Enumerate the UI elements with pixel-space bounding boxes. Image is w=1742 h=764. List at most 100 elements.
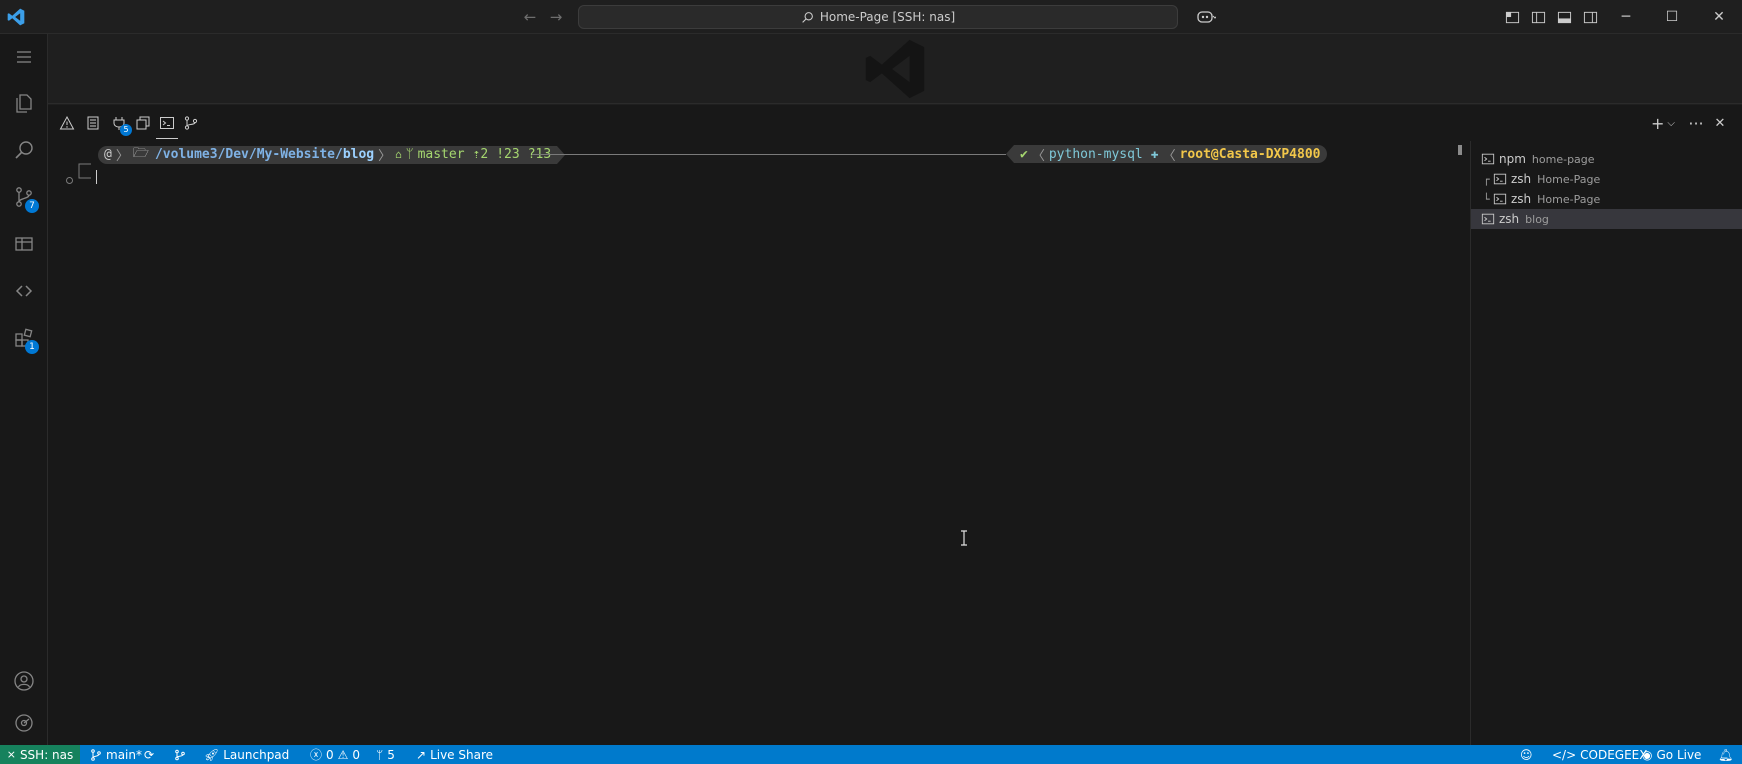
live-share-icon[interactable] <box>0 268 48 314</box>
tree-connector: └ <box>1483 192 1490 206</box>
errors-count: 0 <box>326 747 334 762</box>
remote-icon: ⨯ <box>6 748 16 761</box>
branch-label: main* <box>106 747 142 762</box>
warning-icon: ⚠ <box>337 747 349 762</box>
terminal-tab-zsh-1[interactable]: ┌ zsh Home-Page <box>1471 169 1742 189</box>
codegeex-icon: </> <box>1552 747 1577 762</box>
ellipsis-icon: ··· <box>1688 113 1704 133</box>
terminal-tab-desc: Home-Page <box>1537 172 1601 186</box>
launchpad-button[interactable]: 🚀︎ Launchpad <box>204 745 289 764</box>
codegeex-label: CODEGEEX <box>1580 747 1648 762</box>
remote-explorer-icon[interactable] <box>0 221 48 267</box>
mouse-ibeam-cursor-icon <box>961 530 967 546</box>
prompt-left: @ 〉 🗁 /volume3/Dev/My-Website/ blog 〉 ⌂ … <box>98 145 566 164</box>
source-control-icon[interactable]: 7 <box>0 174 48 220</box>
terminal-tab-desc: Home-Page <box>1537 192 1601 206</box>
prompt-right: ✔ 〈 python-mysql ✚ 〈 root@Casta-DXP4800 <box>1006 145 1327 164</box>
gitlens-icon <box>184 116 198 130</box>
warnings-count: 0 <box>352 747 361 762</box>
copilot-icon[interactable] <box>1192 7 1220 27</box>
extensions-icon[interactable]: 1 <box>0 315 48 361</box>
status-bar: ⨯ SSH: nas main* ⟳ 🚀︎ Launchpad ⓧ 0 ⚠ 0 … <box>0 745 1742 764</box>
copilot-status[interactable]: ☺ <box>1520 745 1533 764</box>
venv-name: python-mysql <box>1048 146 1143 162</box>
customize-layout-icon[interactable] <box>1502 7 1522 27</box>
branch-icon <box>91 748 101 761</box>
terminal-view[interactable]: @ 〉 🗁 /volume3/Dev/My-Website/ blog 〉 ⌂ … <box>60 145 1458 745</box>
git-ahead: ⇡2 <box>472 147 489 162</box>
manage-gear-icon[interactable] <box>0 700 48 746</box>
separator-icon: 〉 <box>115 149 129 164</box>
menu-icon[interactable] <box>0 34 48 80</box>
close-window-button[interactable]: ✕ <box>1696 0 1742 34</box>
minimize-button[interactable]: ─ <box>1603 0 1649 34</box>
toggle-secondary-sidebar-icon[interactable] <box>1580 7 1600 27</box>
tab-problems[interactable] <box>56 111 78 135</box>
more-actions-button[interactable]: ··· <box>1686 113 1706 133</box>
command-center-label: Home-Page [SSH: nas] <box>819 10 956 24</box>
terminal-tab-npm[interactable]: npm home-page <box>1471 149 1742 169</box>
bell-icon: 🔔︎ <box>1718 747 1734 762</box>
folder-icon: 🗁 <box>132 145 149 161</box>
new-terminal-button[interactable]: + ⌵ <box>1646 113 1680 133</box>
terminal-tab-desc: blog <box>1525 212 1549 226</box>
toggle-primary-sidebar-icon[interactable] <box>1528 7 1548 27</box>
antenna-icon: ᛘ <box>376 747 384 762</box>
prompt-frame <box>78 163 91 179</box>
search-view-icon[interactable] <box>0 127 48 173</box>
editor-area[interactable] <box>48 34 1742 104</box>
tab-debug-console[interactable] <box>132 111 154 135</box>
terminal-icon <box>1493 173 1507 185</box>
tab-terminal[interactable] <box>156 111 178 139</box>
vscode-window: ← → Home-Page [SSH: nas] ─ ☐ ✕ 7 1 5 + ⌵… <box>0 0 1742 764</box>
notifications-button[interactable]: 🔔︎ <box>1718 745 1733 764</box>
tab-gitlens[interactable] <box>180 111 202 135</box>
branch-status[interactable]: main* <box>90 745 142 764</box>
sync-button[interactable]: ⟳ <box>144 745 154 764</box>
panel-tab-bar: 5 + ⌵ ··· ✕ <box>48 105 1742 141</box>
terminal-tab-name: zsh <box>1511 192 1532 206</box>
plus-icon: + <box>1651 113 1665 133</box>
terminal-tab-zsh-2[interactable]: └ zsh Home-Page <box>1471 189 1742 209</box>
go-forward-icon[interactable]: → <box>546 7 566 27</box>
path-prefix: /volume3/Dev/My-Website/ <box>154 147 343 162</box>
bottom-panel: 5 + ⌵ ··· ✕ @ 〉 🗁 /volume3/Dev/My-Websit… <box>48 105 1742 745</box>
terminal-cursor <box>96 170 97 184</box>
live-share-button[interactable]: ↗ Live Share <box>416 745 493 764</box>
chevron-down-icon: ⌵ <box>1667 117 1675 129</box>
close-panel-button[interactable]: ✕ <box>1710 113 1730 133</box>
vscode-logo-icon[interactable] <box>6 7 26 27</box>
command-center-search[interactable]: Home-Page [SSH: nas] <box>578 5 1178 29</box>
prompt-os-segment: @ 〉 🗁 /volume3/Dev/My-Website/ blog 〉 ⌂ … <box>98 145 558 164</box>
terminal-icon <box>160 117 174 129</box>
python-icon: ✚ <box>1150 146 1159 162</box>
git-icon: ⌂ <box>395 148 402 161</box>
terminal-icon <box>1481 153 1495 165</box>
go-back-icon[interactable]: ← <box>520 7 540 27</box>
gitlens-status[interactable] <box>174 745 186 764</box>
terminal-scrollbar[interactable] <box>1458 145 1462 155</box>
accounts-icon[interactable] <box>0 658 48 704</box>
codegeex-button[interactable]: </> CODEGEEX <box>1552 745 1648 764</box>
go-live-label: Go Live <box>1656 747 1702 762</box>
ports-status[interactable]: ᛘ 5 <box>376 745 395 764</box>
remote-indicator[interactable]: ⨯ SSH: nas <box>0 745 80 764</box>
tab-ports[interactable]: 5 <box>108 111 132 136</box>
toggle-panel-icon[interactable] <box>1554 7 1574 27</box>
warning-icon <box>59 115 75 130</box>
maximize-button[interactable]: ☐ <box>1649 0 1695 34</box>
terminal-tab-name: zsh <box>1511 172 1532 186</box>
gitlens-icon <box>175 749 185 760</box>
go-live-button[interactable]: ◉ Go Live <box>1642 745 1701 764</box>
close-icon: ✕ <box>1714 115 1726 131</box>
problems-status[interactable]: ⓧ 0 ⚠ 0 <box>310 745 360 764</box>
terminal-tab-zsh-blog[interactable]: zsh blog <box>1471 209 1742 229</box>
launchpad-label: Launchpad <box>223 747 290 762</box>
remote-label: SSH: nas <box>19 747 74 762</box>
tab-output[interactable] <box>82 111 104 135</box>
output-icon <box>87 116 99 130</box>
terminal-tab-name: npm <box>1499 152 1526 166</box>
explorer-icon[interactable] <box>0 80 48 126</box>
separator-icon: 〈 <box>1031 148 1045 164</box>
live-share-label: Live Share <box>430 747 494 762</box>
